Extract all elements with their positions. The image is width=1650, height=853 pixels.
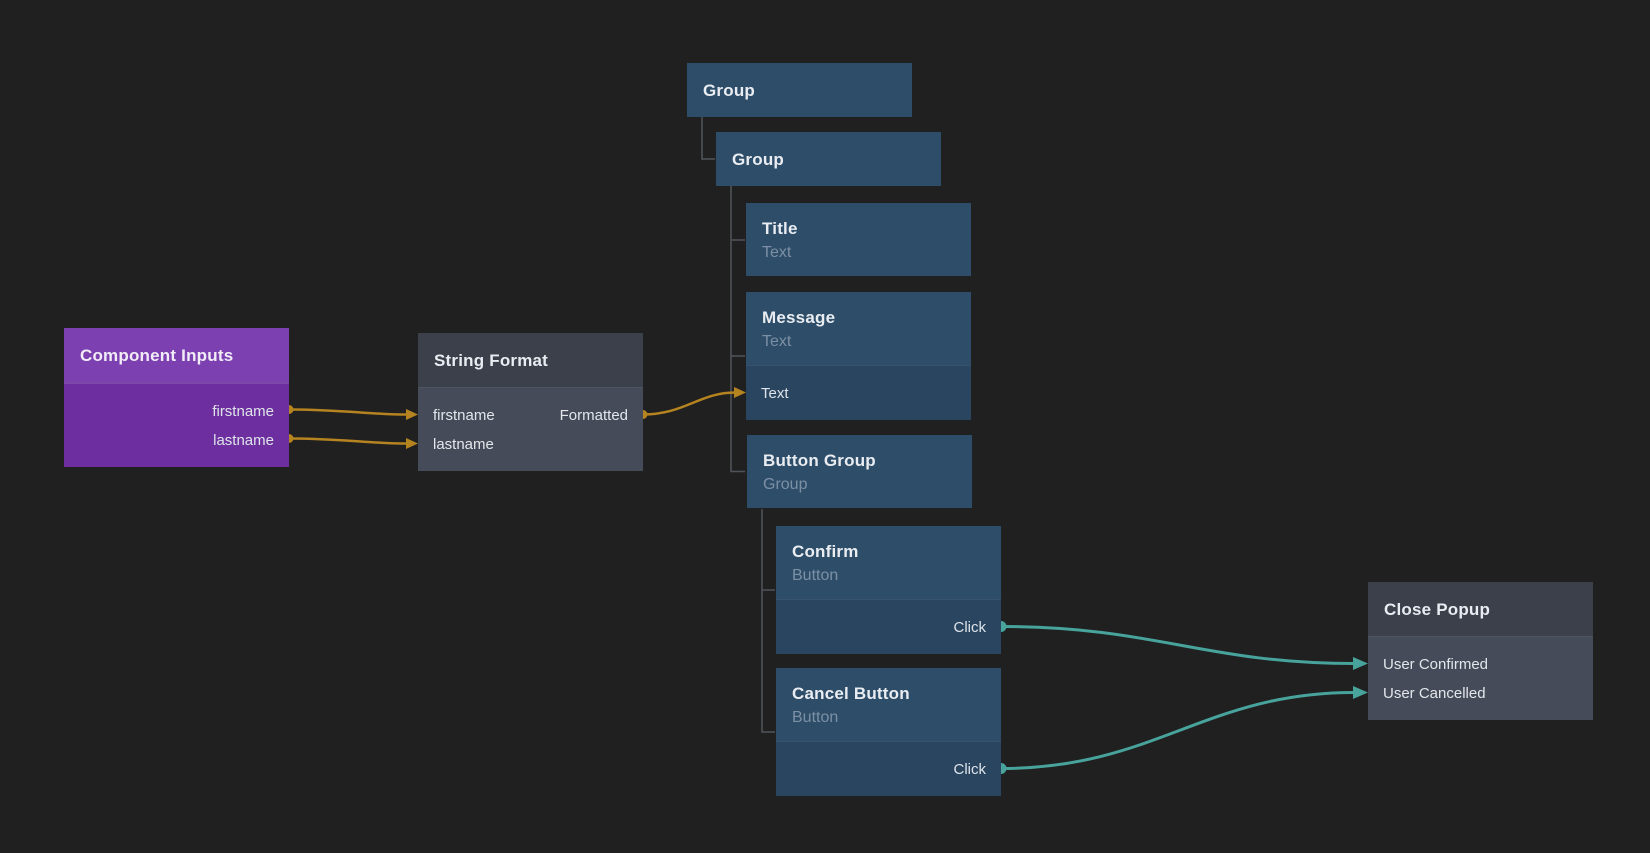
node-confirm[interactable]: Confirm Button Click: [776, 526, 1001, 654]
arrowhead-user-confirmed-input: [1353, 657, 1368, 670]
output-port-click[interactable]: Click: [776, 755, 1001, 784]
node-component-inputs[interactable]: Component Inputs firstname lastname: [64, 328, 289, 467]
node-group-outer[interactable]: Group: [687, 63, 912, 117]
wire-cancel-click[interactable]: [1001, 693, 1354, 769]
wire-lastname[interactable]: [289, 439, 407, 444]
port-label: Click: [954, 755, 987, 784]
node-ports: Click: [776, 599, 1001, 654]
node-ports: Text: [746, 365, 971, 420]
node-header: Group: [716, 132, 941, 186]
wire-confirm-click[interactable]: [1001, 627, 1354, 664]
port-label: lastname: [213, 426, 274, 455]
input-port-lastname[interactable]: lastname: [418, 430, 643, 459]
node-title: Close Popup: [1384, 598, 1577, 621]
node-title: Message: [762, 306, 955, 329]
node-header: Title Text: [746, 203, 971, 276]
node-cancel-button[interactable]: Cancel Button Button Click: [776, 668, 1001, 796]
node-header: String Format: [418, 333, 643, 387]
node-title: Group: [703, 79, 896, 102]
node-message[interactable]: Message Text Text: [746, 292, 971, 420]
node-title: Cancel Button: [792, 682, 985, 705]
node-string-format[interactable]: String Format firstname Formatted lastna…: [418, 333, 643, 471]
arrowhead-firstname-input: [406, 409, 418, 420]
port-row: firstname Formatted: [418, 401, 643, 430]
tree-trunk-group-inner: [731, 186, 745, 472]
node-title: Title: [762, 217, 955, 240]
input-port-firstname[interactable]: firstname: [433, 401, 495, 430]
port-label: Click: [954, 613, 987, 642]
output-port-firstname[interactable]: firstname: [64, 397, 289, 426]
node-subtitle: Button: [792, 565, 985, 586]
node-title: Group: [732, 148, 925, 171]
node-ports: firstname lastname: [64, 382, 289, 467]
node-close-popup[interactable]: Close Popup User Confirmed User Cancelle…: [1368, 582, 1593, 720]
node-group-inner[interactable]: Group: [716, 132, 941, 186]
node-title: String Format: [434, 349, 627, 372]
wire-firstname[interactable]: [289, 410, 407, 415]
arrowhead-text-input: [734, 387, 746, 398]
node-ports: firstname Formatted lastname: [418, 387, 643, 471]
wire-formatted-to-text[interactable]: [643, 393, 735, 415]
node-header: Confirm Button: [776, 526, 1001, 599]
node-title-text[interactable]: Title Text: [746, 203, 971, 276]
node-ports: Click: [776, 741, 1001, 796]
input-port-user-confirmed[interactable]: User Confirmed: [1368, 650, 1593, 679]
input-port-text[interactable]: Text: [746, 379, 971, 408]
node-title: Button Group: [763, 449, 956, 472]
output-port-lastname[interactable]: lastname: [64, 426, 289, 455]
arrowhead-lastname-input: [406, 438, 418, 449]
port-label: firstname: [212, 397, 274, 426]
port-label: User Cancelled: [1383, 679, 1486, 708]
node-editor-canvas[interactable]: Group Group Title Text Message Text Text…: [0, 0, 1650, 853]
port-label: lastname: [433, 430, 494, 459]
arrowhead-user-cancelled-input: [1353, 686, 1368, 699]
node-header: Group: [687, 63, 912, 117]
node-ports: User Confirmed User Cancelled: [1368, 636, 1593, 720]
node-subtitle: Text: [762, 242, 955, 263]
node-button-group[interactable]: Button Group Group: [747, 435, 972, 508]
node-subtitle: Button: [792, 707, 985, 728]
node-subtitle: Text: [762, 331, 955, 352]
node-header: Cancel Button Button: [776, 668, 1001, 741]
node-title: Component Inputs: [80, 344, 273, 367]
node-subtitle: Group: [763, 474, 956, 495]
tree-trunk-button-group: [762, 509, 775, 732]
tree-link-group-outer-to-group-inner: [702, 117, 715, 159]
node-title: Confirm: [792, 540, 985, 563]
node-header: Component Inputs: [64, 328, 289, 382]
port-label: Text: [761, 379, 789, 408]
output-port-formatted[interactable]: Formatted: [560, 401, 628, 430]
node-header: Button Group Group: [747, 435, 972, 508]
output-port-click[interactable]: Click: [776, 613, 1001, 642]
node-header: Message Text: [746, 292, 971, 365]
port-label: User Confirmed: [1383, 650, 1488, 679]
node-header: Close Popup: [1368, 582, 1593, 636]
input-port-user-cancelled[interactable]: User Cancelled: [1368, 679, 1593, 708]
